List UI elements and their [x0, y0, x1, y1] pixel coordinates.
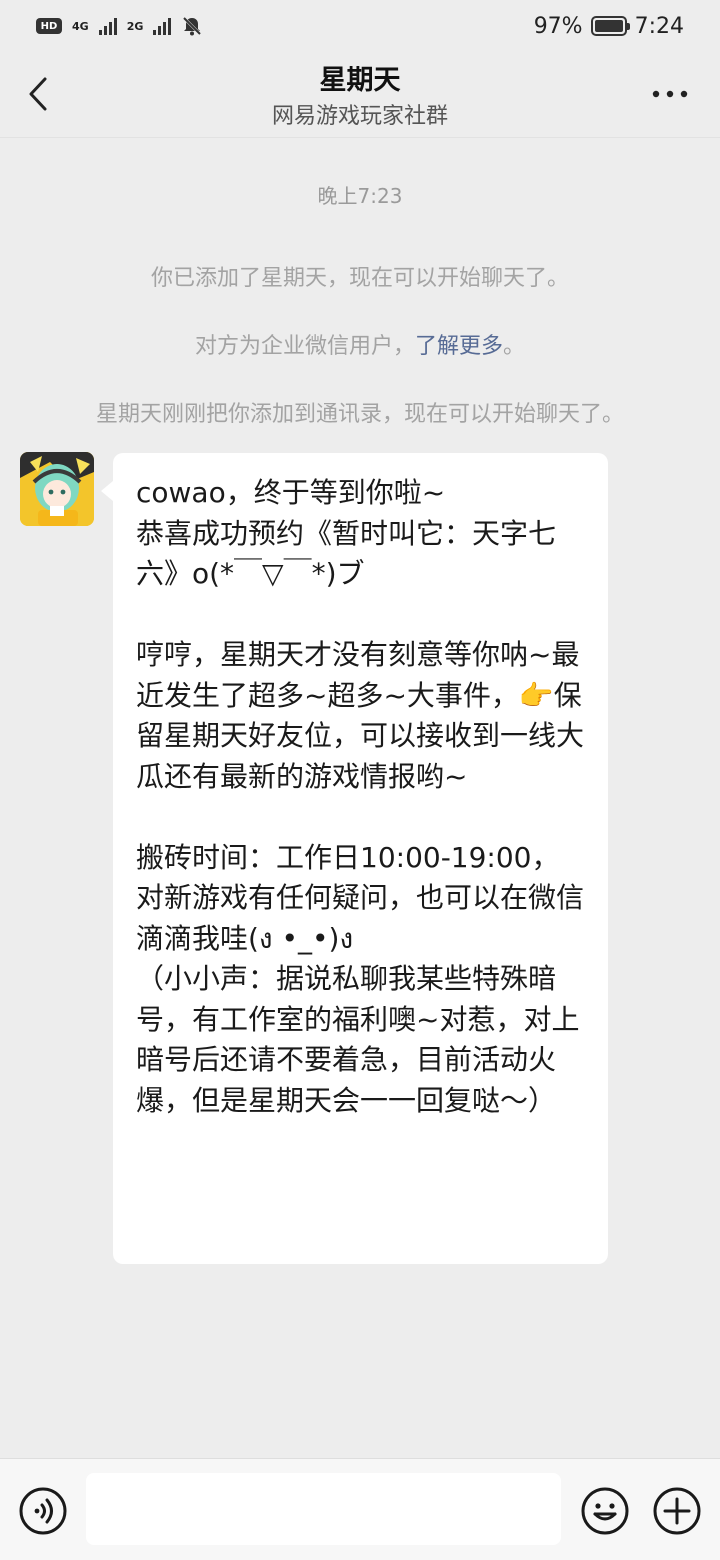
- system-message-enterprise: 对方为企业微信用户，了解更多。: [0, 328, 720, 360]
- voice-button[interactable]: [18, 1486, 68, 1536]
- message-input[interactable]: [86, 1473, 561, 1545]
- learn-more-link[interactable]: 了解更多: [415, 334, 503, 359]
- chat-title: 星期天: [319, 65, 401, 96]
- status-right: 97% 7:24: [534, 14, 684, 39]
- chat-subtitle: 网易游戏玩家社群: [271, 104, 448, 129]
- sim2-signal-icon: [153, 17, 172, 35]
- system-enterprise-suffix: 。: [503, 334, 526, 359]
- plus-icon: [653, 1487, 701, 1535]
- battery-percent: 97%: [533, 13, 583, 39]
- message-timestamp: 晚上7:23: [317, 184, 403, 208]
- system-message-contact: 星期天刚刚把你添加到通讯录，现在可以开始聊天了。: [95, 402, 624, 427]
- emoji-button[interactable]: [580, 1486, 630, 1536]
- voice-icon: [19, 1487, 67, 1535]
- clock: 7:24: [634, 13, 684, 39]
- message-bubble[interactable]: cowao，终于等到你啦~ 恭喜成功预约《暂时叫它：天字七六》o(*￣▽￣*)ブ…: [101, 453, 608, 1264]
- more-button[interactable]: [650, 74, 690, 114]
- sim1-network-label: 4G: [72, 19, 89, 33]
- status-bar: HD 4G 2G 97% 7:24: [0, 0, 720, 52]
- system-message-added: 你已添加了星期天，现在可以开始聊天了。: [150, 266, 569, 291]
- status-left: HD 4G 2G: [36, 15, 203, 37]
- more-dots-icon: [652, 90, 688, 98]
- message-text: cowao，终于等到你啦~ 恭喜成功预约《暂时叫它：天字七六》o(*￣▽￣*)ブ…: [136, 476, 585, 1117]
- more-functions-button[interactable]: [652, 1486, 702, 1536]
- battery-icon: [590, 16, 630, 36]
- bell-muted-icon: [183, 16, 202, 36]
- input-bar: [0, 1458, 720, 1560]
- sim2-network-label: 2G: [126, 19, 144, 33]
- system-enterprise-prefix: 对方为企业微信用户，: [194, 334, 415, 359]
- sim1-signal-icon: [98, 17, 117, 35]
- emoji-icon: [581, 1487, 629, 1535]
- chat-header: 星期天 网易游戏玩家社群: [0, 52, 720, 138]
- hd-badge: HD: [36, 18, 62, 34]
- contact-avatar[interactable]: [20, 452, 94, 526]
